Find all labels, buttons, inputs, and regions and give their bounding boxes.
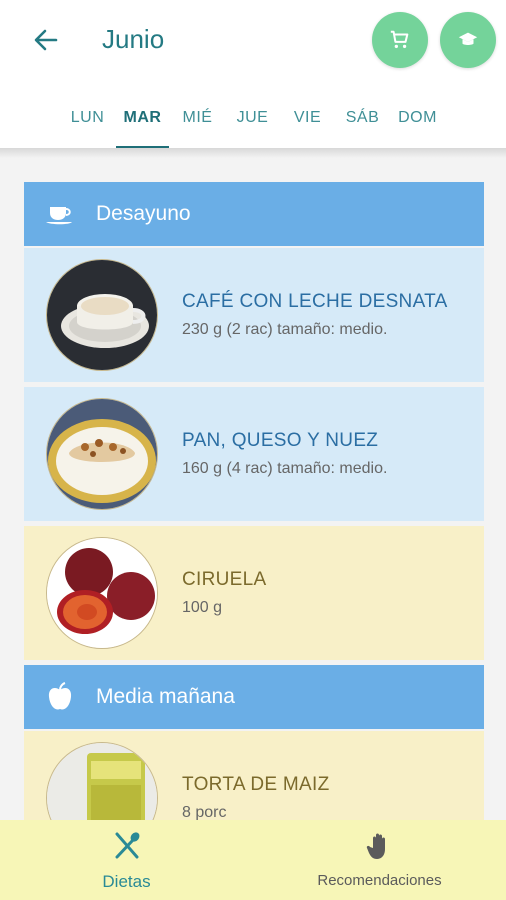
tab-mar[interactable]: MAR	[115, 96, 170, 149]
section-title: Desayuno	[96, 202, 191, 225]
food-name: CAFÉ CON LECHE DESNATA	[182, 291, 448, 312]
nav-recomendaciones-label: Recomendaciones	[317, 872, 442, 889]
meal-item[interactable]: CAFÉ CON LECHE DESNATA 230 g (2 rac) tam…	[24, 248, 484, 382]
education-button[interactable]	[440, 12, 496, 68]
apple-icon	[24, 682, 96, 712]
section-header-desayuno: Desayuno	[24, 182, 484, 246]
food-name: TORTA DE MAIZ	[182, 774, 330, 795]
section-title: Media mañana	[96, 685, 235, 708]
tab-sab[interactable]: SÁB	[335, 96, 390, 148]
hand-icon	[366, 833, 385, 859]
food-name: CIRUELA	[182, 569, 267, 590]
bottom-navigation: Dietas Recomendaciones	[0, 820, 506, 900]
meal-item[interactable]: PAN, QUESO Y NUEZ 160 g (4 rac) tamaño: …	[24, 387, 484, 521]
tab-dom[interactable]: DOM	[390, 96, 445, 148]
food-quantity: 160 g (4 rac) tamaño: medio.	[182, 460, 388, 477]
nav-dietas[interactable]: Dietas	[0, 820, 253, 900]
bread-cheese-nut-image	[46, 398, 158, 510]
tab-mie[interactable]: MIÉ	[170, 96, 225, 148]
nav-dietas-label: Dietas	[102, 872, 151, 891]
shopping-cart-icon	[390, 30, 409, 49]
food-quantity: 100 g	[182, 599, 223, 616]
tab-lun[interactable]: LUN	[60, 96, 115, 148]
meal-list: Desayuno CAFÉ CON LECHE DESNATA 230 g (2…	[24, 182, 484, 870]
coffee-image	[46, 259, 158, 371]
section-header-media-manana: Media mañana	[24, 665, 484, 729]
fork-spoon-icon	[115, 832, 139, 859]
tab-vie[interactable]: VIE	[280, 96, 335, 148]
food-quantity: 230 g (2 rac) tamaño: medio.	[182, 321, 388, 338]
app-header: Junio LUN MAR MIÉ JUE VIE SÁB DOM	[0, 0, 506, 149]
day-tabs: LUN MAR MIÉ JUE VIE SÁB DOM	[60, 96, 445, 149]
shopping-cart-button[interactable]	[372, 12, 428, 68]
coffee-cup-icon	[24, 201, 96, 227]
plum-image	[46, 537, 158, 649]
food-name: PAN, QUESO Y NUEZ	[182, 430, 379, 451]
meal-item[interactable]: CIRUELA 100 g	[24, 526, 484, 660]
back-button[interactable]	[28, 22, 64, 58]
graduation-cap-icon	[458, 32, 478, 46]
nav-recomendaciones[interactable]: Recomendaciones	[253, 820, 506, 900]
page-title: Junio	[102, 24, 165, 54]
header-shadow	[0, 148, 506, 158]
arrow-left-icon	[34, 29, 58, 51]
tab-jue[interactable]: JUE	[225, 96, 280, 148]
